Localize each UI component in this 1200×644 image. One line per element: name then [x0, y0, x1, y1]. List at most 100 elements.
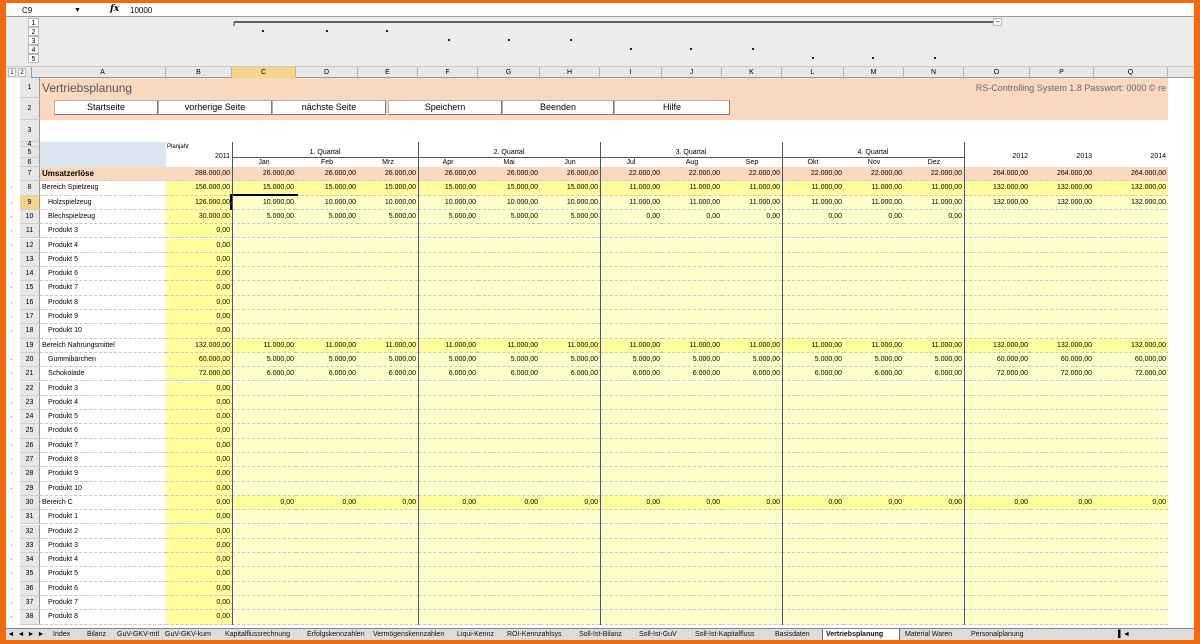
- value-cell[interactable]: [358, 295, 418, 310]
- value-cell[interactable]: [1030, 281, 1094, 296]
- value-cell[interactable]: 0,00: [478, 495, 540, 511]
- value-cell[interactable]: [844, 567, 904, 582]
- value-cell[interactable]: [296, 295, 358, 310]
- value-cell[interactable]: [478, 467, 540, 482]
- row-header-5[interactable]: 5: [20, 147, 40, 158]
- value-cell[interactable]: [844, 410, 904, 425]
- row-header-33[interactable]: 33: [20, 538, 40, 554]
- row-outline-marker[interactable]: ·: [10, 298, 13, 307]
- row-header-7[interactable]: 7: [20, 167, 40, 182]
- value-cell[interactable]: 264.000,00: [1030, 167, 1094, 182]
- value-cell[interactable]: [418, 324, 478, 339]
- row-outline-marker[interactable]: ·: [10, 327, 13, 335]
- value-cell[interactable]: [296, 467, 358, 482]
- value-cell[interactable]: [296, 453, 358, 468]
- value-cell[interactable]: 0,00: [904, 495, 964, 511]
- value-cell[interactable]: [904, 610, 964, 625]
- value-cell[interactable]: 11.000,00: [662, 181, 722, 196]
- value-cell[interactable]: [600, 324, 662, 339]
- column-header-a[interactable]: A: [40, 67, 166, 78]
- value-cell[interactable]: [296, 267, 358, 282]
- value-cell[interactable]: 6.000,00: [844, 367, 904, 382]
- value-cell[interactable]: 0,00: [782, 209, 844, 225]
- value-cell[interactable]: 6.000,00: [662, 367, 722, 382]
- value-cell[interactable]: [1094, 295, 1168, 310]
- value-cell[interactable]: [540, 281, 600, 296]
- value-cell[interactable]: [722, 596, 782, 611]
- column-header-d[interactable]: D: [296, 67, 358, 78]
- value-cell[interactable]: [418, 567, 478, 582]
- value-cell[interactable]: [722, 438, 782, 453]
- value-cell[interactable]: 15.000,00: [478, 181, 540, 196]
- value-cell[interactable]: [722, 481, 782, 496]
- value-cell[interactable]: [782, 381, 844, 396]
- value-cell[interactable]: [296, 510, 358, 525]
- value-cell[interactable]: [844, 281, 904, 296]
- value-cell[interactable]: [296, 610, 358, 625]
- value-cell[interactable]: [722, 467, 782, 482]
- value-cell[interactable]: 5.000,00: [904, 352, 964, 368]
- value-cell[interactable]: 72.000,00: [1094, 367, 1168, 382]
- save-button[interactable]: Speichern: [388, 100, 502, 115]
- value-cell[interactable]: [1030, 538, 1094, 554]
- value-cell[interactable]: [232, 524, 296, 539]
- value-cell[interactable]: [782, 467, 844, 482]
- value-cell[interactable]: [782, 481, 844, 496]
- value-cell[interactable]: [418, 524, 478, 539]
- value-cell[interactable]: [540, 481, 600, 496]
- value-cell[interactable]: [782, 596, 844, 611]
- help-button[interactable]: Hilfe: [614, 100, 730, 115]
- value-cell[interactable]: 11.000,00: [722, 195, 782, 210]
- value-cell[interactable]: 132.000,00: [964, 181, 1030, 196]
- value-cell[interactable]: [904, 295, 964, 310]
- value-cell[interactable]: [722, 610, 782, 625]
- value-cell[interactable]: [478, 410, 540, 425]
- value-cell[interactable]: [478, 581, 540, 596]
- row-outline-marker[interactable]: ·: [10, 184, 13, 192]
- value-cell[interactable]: [1094, 610, 1168, 625]
- value-cell[interactable]: [1030, 395, 1094, 411]
- value-cell[interactable]: 0,00: [166, 481, 232, 496]
- value-cell[interactable]: 5.000,00: [478, 209, 540, 225]
- value-cell[interactable]: [418, 267, 478, 282]
- value-cell[interactable]: [722, 424, 782, 439]
- active-cell[interactable]: 10.000,00: [230, 193, 298, 212]
- value-cell[interactable]: [722, 395, 782, 411]
- value-cell[interactable]: [904, 410, 964, 425]
- value-cell[interactable]: [478, 567, 540, 582]
- column-header-c[interactable]: C: [232, 67, 296, 78]
- value-cell[interactable]: 132.000,00: [1030, 195, 1094, 210]
- value-cell[interactable]: 5.000,00: [600, 352, 662, 368]
- value-cell[interactable]: [232, 281, 296, 296]
- value-cell[interactable]: [478, 481, 540, 496]
- value-cell[interactable]: [964, 610, 1030, 625]
- column-header-m[interactable]: M: [844, 67, 904, 78]
- value-cell[interactable]: 10.000,00: [540, 195, 600, 210]
- value-cell[interactable]: 0,00: [166, 381, 232, 396]
- value-cell[interactable]: 132.000,00: [1094, 195, 1168, 210]
- row-header-24[interactable]: 24: [20, 410, 40, 425]
- value-cell[interactable]: [1030, 524, 1094, 539]
- value-cell[interactable]: [232, 267, 296, 282]
- row-outline-marker[interactable]: ·: [10, 570, 13, 578]
- value-cell[interactable]: [600, 510, 662, 525]
- value-cell[interactable]: [358, 238, 418, 253]
- value-cell[interactable]: [232, 295, 296, 310]
- value-cell[interactable]: [964, 395, 1030, 411]
- value-cell[interactable]: [418, 553, 478, 568]
- value-cell[interactable]: 10.000,00: [296, 195, 358, 210]
- value-cell[interactable]: 0,00: [166, 524, 232, 539]
- row-header-9[interactable]: 9: [20, 195, 40, 210]
- value-cell[interactable]: [904, 324, 964, 339]
- row-header-38[interactable]: 38: [20, 610, 40, 625]
- value-cell[interactable]: [232, 610, 296, 625]
- value-cell[interactable]: [662, 553, 722, 568]
- row-header-3[interactable]: 3: [20, 120, 40, 142]
- value-cell[interactable]: 10.000,00: [358, 195, 418, 210]
- value-cell[interactable]: [358, 252, 418, 268]
- value-cell[interactable]: 10.000,00: [418, 195, 478, 210]
- row-header-14[interactable]: 14: [20, 267, 40, 282]
- value-cell[interactable]: 0,00: [166, 252, 232, 268]
- column-header-h[interactable]: H: [540, 67, 600, 78]
- value-cell[interactable]: [662, 310, 722, 325]
